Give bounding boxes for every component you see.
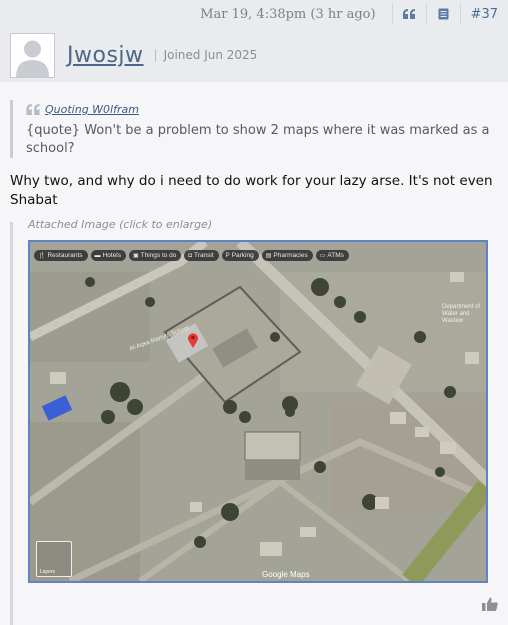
post-header: Mar 19, 4:38pm (3 hr ago) #37: [0, 0, 508, 28]
avatar[interactable]: [10, 32, 55, 78]
quote-icon: [403, 9, 416, 19]
avatar-placeholder-icon: [16, 40, 49, 77]
chip-hotels[interactable]: ▬ Hotels: [90, 250, 126, 261]
attachment-label: Attached Image (click to enlarge): [28, 218, 213, 231]
like-button[interactable]: [482, 596, 498, 615]
quote-author-link[interactable]: Quoting W0lfram: [45, 103, 139, 116]
quote-icon: [26, 103, 40, 115]
chip-things-to-do[interactable]: ▣ Things to do: [128, 250, 182, 261]
chip-atms[interactable]: ▭ ATMs: [315, 250, 349, 261]
chip-pharmacies[interactable]: ▤ Pharmacies: [261, 250, 313, 261]
bookmark-button[interactable]: [425, 3, 460, 25]
quote-text: {quote} Won't be a problem to show 2 map…: [26, 123, 490, 156]
map-right-label: Department of Water and Wastew: [442, 304, 481, 324]
post-timestamp[interactable]: Mar 19, 4:38pm (3 hr ago): [200, 7, 375, 22]
join-date-text: Joined Jun 2025: [163, 48, 258, 62]
post-body: Why two, and why do i need to do work fo…: [10, 173, 493, 208]
chip-restaurants[interactable]: 🍴 Restaurants: [34, 250, 88, 261]
attached-map-image[interactable]: 🍴 Restaurants ▬ Hotels ▣ Things to do ◘ Tran…: [28, 240, 488, 583]
quote-header: Quoting W0lfram: [26, 100, 498, 118]
map-pin-icon: [187, 332, 199, 348]
post-content: Quoting W0lfram {quote} Won't be a probl…: [0, 82, 508, 625]
join-date: | Joined Jun 2025: [153, 48, 258, 62]
satellite-map: [30, 242, 486, 581]
user-bar: Jwosjw | Joined Jun 2025: [0, 28, 508, 82]
quote-reply-button[interactable]: [391, 3, 426, 25]
map-filter-chips: 🍴 Restaurants ▬ Hotels ▣ Things to do ◘ Tran…: [34, 250, 349, 261]
chip-transit[interactable]: ◘ Transit: [184, 250, 219, 261]
post-number-link[interactable]: #37: [459, 3, 498, 25]
map-watermark: Google Maps: [262, 570, 310, 579]
username-link[interactable]: Jwosjw: [67, 43, 144, 68]
layers-label: Layers: [40, 569, 56, 575]
quote-block: Quoting W0lfram {quote} Won't be a probl…: [10, 100, 498, 158]
like-icon: [482, 597, 498, 611]
chip-parking[interactable]: P Parking: [221, 250, 259, 261]
attachment-divider: [10, 222, 14, 625]
map-layers-button[interactable]: Layers: [36, 541, 72, 577]
bookmark-icon: [438, 8, 449, 20]
